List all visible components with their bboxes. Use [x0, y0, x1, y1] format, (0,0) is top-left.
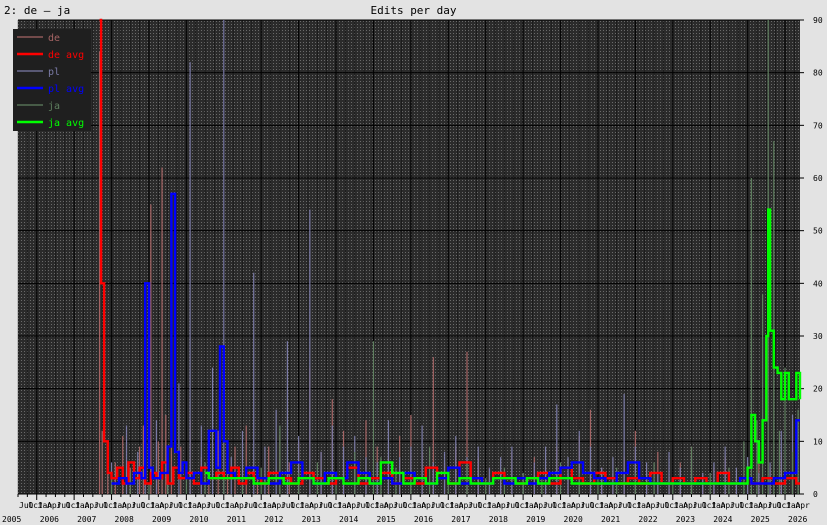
x-year-label: 2011	[227, 515, 246, 524]
x-year-label: 2014	[339, 515, 358, 524]
legend-label: pl	[48, 67, 60, 78]
x-year-label: 2017	[451, 515, 470, 524]
x-year-label: 2016	[414, 515, 433, 524]
legend-label: pl avg	[48, 84, 84, 95]
y-tick-label: 80	[813, 69, 823, 78]
legend-label: de avg	[48, 50, 84, 61]
x-year-label: 2005	[2, 515, 21, 524]
y-tick-label: 0	[813, 490, 818, 499]
edits-per-day-chart: JulOctJanAprJulOctJanAprJulOctJanAprJulO…	[2, 16, 823, 524]
x-year-label: 2018	[489, 515, 508, 524]
x-year-label: 2013	[302, 515, 321, 524]
x-year-label: 2009	[152, 515, 171, 524]
y-tick-label: 20	[813, 385, 823, 394]
legend-label: ja avg	[48, 118, 84, 129]
y-tick-label: 50	[813, 227, 823, 236]
plot-area	[18, 20, 800, 494]
x-year-label: 2008	[115, 515, 134, 524]
x-year-label: 2015	[376, 515, 395, 524]
x-year-label: 2022	[638, 515, 657, 524]
x-year-label: 2024	[713, 515, 732, 524]
x-year-label: 2019	[526, 515, 545, 524]
x-year-label: 2010	[189, 515, 208, 524]
y-tick-label: 40	[813, 279, 823, 288]
y-tick-label: 90	[813, 16, 823, 25]
x-month-label: Apr	[795, 501, 810, 510]
y-tick-label: 60	[813, 174, 823, 183]
x-year-label: 2006	[40, 515, 59, 524]
x-year-label: 2012	[264, 515, 283, 524]
x-year-label: 2023	[676, 515, 695, 524]
legend-label: de	[48, 33, 60, 44]
y-tick-label: 30	[813, 332, 823, 341]
legend-label: ja	[48, 101, 60, 112]
y-tick-label: 10	[813, 437, 823, 446]
x-year-label: 2021	[601, 515, 620, 524]
x-year-label: 2007	[77, 515, 96, 524]
x-year-label: 2025	[751, 515, 770, 524]
x-year-label: 2020	[564, 515, 583, 524]
legend-box	[13, 29, 91, 131]
y-tick-label: 70	[813, 121, 823, 130]
x-year-label: 2026	[788, 515, 807, 524]
